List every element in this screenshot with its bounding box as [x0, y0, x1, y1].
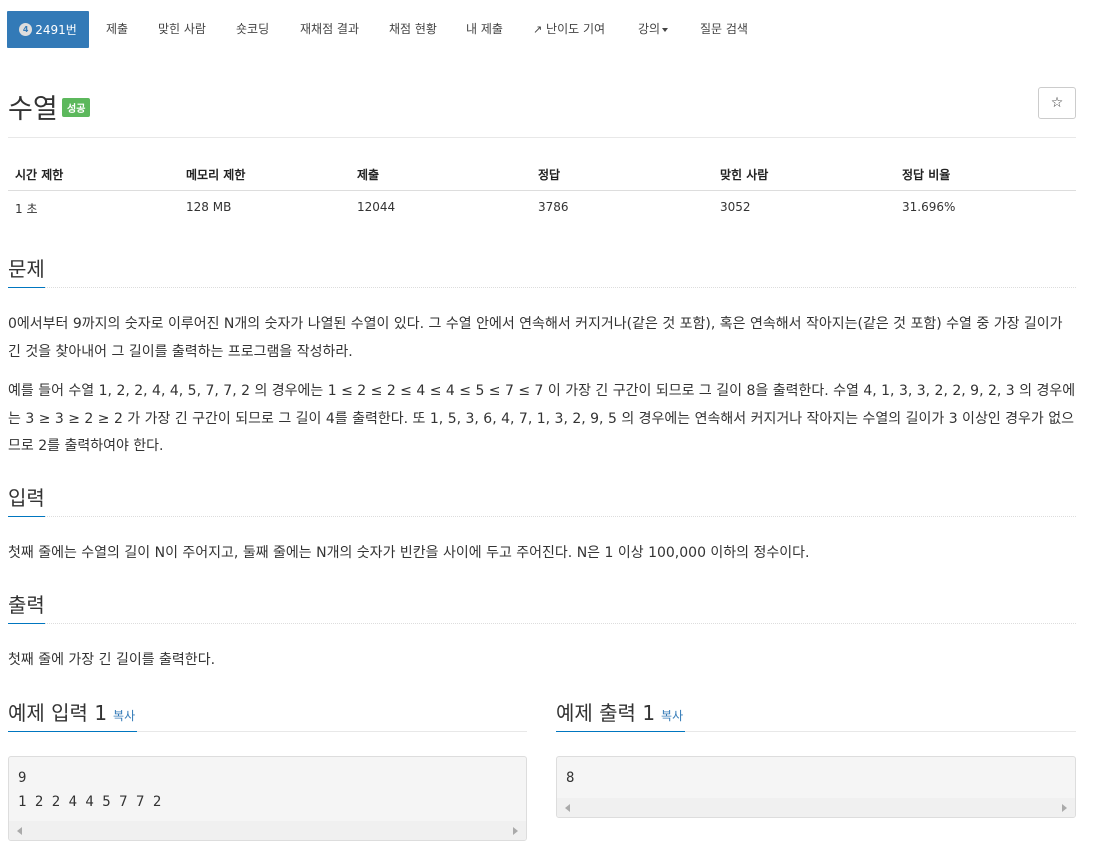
star-icon: ☆ [1050, 95, 1064, 111]
nav-item-solved-users[interactable]: 맞힌 사람 [158, 11, 206, 48]
section-underline [556, 731, 685, 732]
section-underline [8, 516, 45, 517]
horizontal-scrollbar[interactable] [9, 821, 526, 840]
nav-item-rejudge[interactable]: 재채점 결과 [300, 11, 359, 48]
nav-links: 제출 맞힌 사람 숏코딩 재채점 결과 채점 현황 내 제출 ↗ 난이도 기여 … [0, 11, 1093, 48]
table-cell: 31.696% [902, 200, 956, 214]
input-description: 첫째 줄에는 수열의 길이 N이 주어지고, 둘째 줄에는 N개의 숫자가 빈칸… [8, 545, 810, 561]
table-header: 정답 비율 [902, 168, 951, 182]
nav-item-my-submissions[interactable]: 내 제출 [466, 11, 503, 48]
section-heading-input: 입력 [8, 486, 45, 510]
section-heading-output: 출력 [8, 593, 45, 617]
sample-input-heading: 예제 입력 1 복사 [8, 697, 135, 726]
sample-input-box[interactable]: 9 1 2 2 4 4 5 7 7 2 [8, 756, 527, 841]
copy-input-button[interactable]: 복사 [113, 709, 135, 723]
section-divider [137, 731, 527, 732]
table-cell: 12044 [357, 200, 396, 214]
nav-item-difficulty-label: 난이도 기여 [546, 22, 606, 36]
nav-item-difficulty[interactable]: ↗ 난이도 기여 [533, 11, 605, 48]
nav-item-lecture-label: 강의 [638, 22, 661, 36]
nav-item-lecture[interactable]: 강의 [638, 11, 669, 48]
nav-item-submit[interactable]: 제출 [106, 11, 128, 48]
section-divider [45, 516, 1076, 517]
table-cell: 1 초 [15, 202, 38, 216]
section-divider [685, 731, 1076, 732]
sample-output-heading: 예제 출력 1 복사 [556, 697, 683, 726]
table-cell: 3786 [538, 200, 569, 214]
horizontal-scrollbar[interactable] [557, 798, 1075, 817]
table-header-divider [8, 190, 1076, 191]
sample-input-title: 예제 입력 1 [8, 701, 108, 725]
table-cell: 3052 [720, 200, 751, 214]
table-header: 정답 [538, 168, 561, 182]
section-underline [8, 623, 45, 624]
section-divider [45, 623, 1076, 624]
external-link-icon: ↗ [533, 23, 543, 36]
section-heading-problem: 문제 [8, 257, 45, 281]
sample-output-box[interactable]: 8 [556, 756, 1076, 818]
sample-output-title: 예제 출력 1 [556, 701, 656, 725]
section-divider [45, 287, 1076, 288]
sample-input-text: 9 1 2 2 4 4 5 7 7 2 [18, 770, 162, 810]
table-cell: 128 MB [186, 200, 232, 214]
table-header: 제출 [357, 168, 380, 182]
nav-item-status[interactable]: 채점 현황 [389, 11, 437, 48]
scroll-left-icon[interactable] [565, 804, 570, 812]
sample-output-text: 8 [566, 770, 575, 786]
favorite-button[interactable]: ☆ [1038, 87, 1076, 119]
scroll-right-icon[interactable] [513, 827, 518, 835]
problem-description-1: 0에서부터 9까지의 숫자로 이루어진 N개의 숫자가 나열된 수열이 있다. … [8, 316, 1063, 360]
table-header: 맞힌 사람 [720, 168, 769, 182]
problem-title: 수열 [8, 94, 58, 125]
nav-item-question-search[interactable]: 질문 검색 [700, 11, 748, 48]
scroll-right-icon[interactable] [1062, 804, 1067, 812]
scroll-left-icon[interactable] [17, 827, 22, 835]
copy-output-button[interactable]: 복사 [661, 709, 683, 723]
section-underline [8, 731, 137, 732]
output-description: 첫째 줄에 가장 긴 길이를 출력한다. [8, 652, 216, 668]
caret-down-icon [662, 27, 669, 32]
section-underline [8, 287, 45, 288]
problem-description-2: 예를 들어 수열 1, 2, 2, 4, 4, 5, 7, 7, 2 의 경우에… [8, 383, 1076, 454]
status-badge: 성공 [62, 98, 91, 117]
title-divider [8, 137, 1076, 138]
table-header: 메모리 제한 [186, 168, 246, 182]
nav-item-short-coding[interactable]: 숏코딩 [236, 11, 269, 48]
table-header: 시간 제한 [15, 168, 64, 182]
